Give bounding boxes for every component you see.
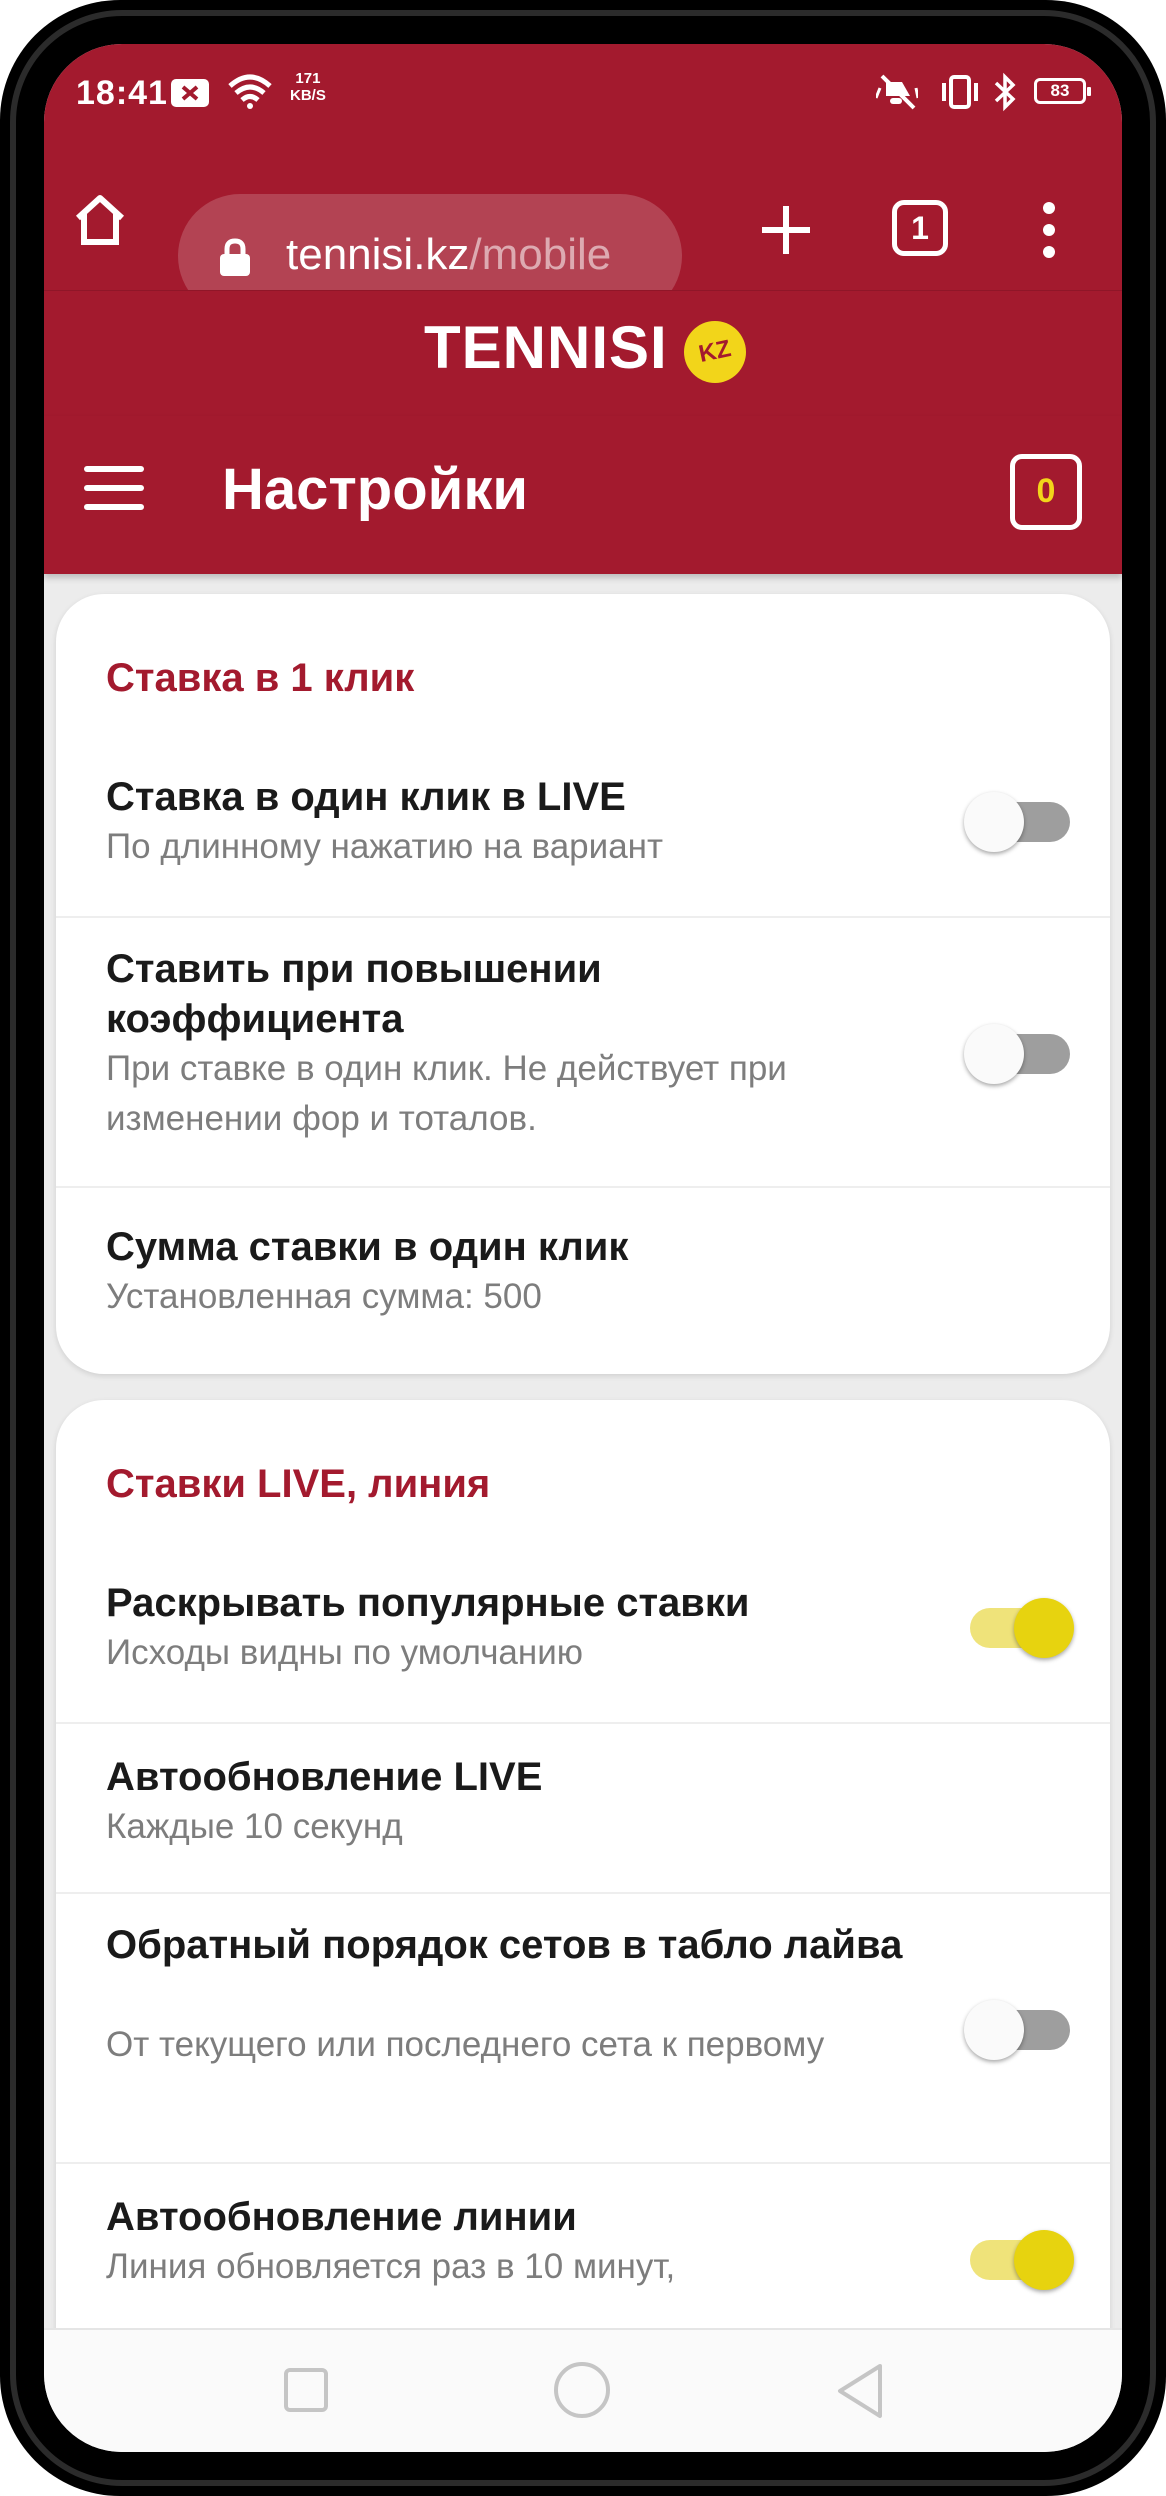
setting-subtitle: Исходы видны по умолчанию	[106, 1633, 584, 1672]
status-bar: 18:41 171 KB/S 83	[44, 44, 1122, 150]
setting-title: Сумма ставки в один клик	[106, 1225, 629, 1269]
toggle-switch[interactable]	[964, 1990, 1074, 2070]
section-title: Ставки LIVE, линия	[106, 1462, 491, 1506]
settings-content[interactable]: Ставка в 1 клик Ставка в один клик в LIV…	[44, 574, 1122, 2328]
setting-row[interactable]: Автообновление LIVE Каждые 10 секунд	[56, 1722, 1110, 1892]
url-host: tennisi.kz	[286, 230, 470, 279]
home-icon[interactable]	[70, 190, 130, 250]
setting-subtitle: Установленная сумма: 500	[106, 1277, 542, 1316]
url-path: /mobile	[469, 230, 612, 279]
brand-bar: TENNISI KZ	[44, 290, 1122, 416]
screen: 18:41 171 KB/S 83 tennisi.kz/mobile 1 TE…	[44, 44, 1122, 2452]
section-title: Ставка в 1 клик	[106, 656, 415, 700]
section-card-one-click: Ставка в 1 клик Ставка в один клик в LIV…	[56, 594, 1110, 1374]
plus-icon[interactable]	[756, 200, 816, 260]
toggle-switch[interactable]	[964, 782, 1074, 862]
toggle-switch[interactable]	[964, 1588, 1074, 1668]
back-icon[interactable]	[834, 2362, 886, 2420]
wifi-icon	[228, 74, 272, 109]
vibrate-icon	[942, 75, 978, 109]
setting-title: Автообновление LIVE	[106, 1755, 543, 1799]
setting-row[interactable]: Ставка в один клик в LIVE По длинному на…	[56, 744, 1110, 916]
tabs-button[interactable]: 1	[892, 200, 948, 256]
section-card-live-line: Ставки LIVE, линия Раскрывать популярные…	[56, 1400, 1110, 2328]
setting-subtitle: Каждые 10 секунд	[106, 1807, 403, 1846]
setting-subtitle: При ставке в один клик. Не действует при…	[106, 1049, 787, 1138]
bluetooth-icon	[994, 72, 1016, 112]
mute-vibrate-icon	[876, 74, 918, 110]
brand-logo: TENNISI	[424, 314, 668, 381]
network-speed: 171 KB/S	[290, 70, 326, 104]
url-text: tennisi.kz/mobile	[286, 230, 666, 280]
speed-value: 171	[295, 70, 321, 87]
page-title: Настройки	[222, 457, 529, 522]
setting-subtitle: Линия обновляется раз в 10 минут,	[106, 2247, 676, 2286]
recents-icon[interactable]	[284, 2368, 328, 2412]
system-nav-bar	[44, 2328, 1122, 2452]
toggle-switch[interactable]	[964, 1014, 1074, 1094]
more-vert-icon[interactable]	[1034, 198, 1064, 262]
battery-icon: 83	[1034, 78, 1091, 104]
app-header: Настройки 0	[44, 416, 1122, 574]
speed-unit: KB/S	[290, 87, 326, 104]
brand-badge: KZ	[678, 315, 752, 389]
phone-frame: 18:41 171 KB/S 83 tennisi.kz/mobile 1 TE…	[0, 0, 1166, 2496]
notification-icon	[171, 79, 209, 107]
setting-title: Автообновление линии	[106, 2195, 577, 2239]
lock-icon	[220, 238, 250, 276]
setting-title: Раскрывать популярные ставки	[106, 1581, 750, 1625]
setting-title: Обратный порядок сетов в табло лайва	[106, 1923, 903, 1967]
setting-row[interactable]: Ставить при повышении коэффициента При с…	[56, 916, 1110, 1186]
setting-subtitle: По длинному нажатию на вариант	[106, 827, 664, 866]
setting-title: Ставка в один клик в LIVE	[106, 775, 626, 819]
hamburger-icon[interactable]	[84, 466, 144, 510]
browser-toolbar: tennisi.kz/mobile 1	[44, 150, 1122, 318]
setting-subtitle: От текущего или последнего сета к первом…	[106, 2025, 825, 2064]
setting-row[interactable]: Обратный порядок сетов в табло лайва От …	[56, 1892, 1110, 2162]
setting-row[interactable]: Раскрывать популярные ставки Исходы видн…	[56, 1550, 1110, 1722]
setting-row[interactable]: Сумма ставки в один клик Установленная с…	[56, 1186, 1110, 1374]
setting-row[interactable]: Автообновление линии Линия обновляется р…	[56, 2162, 1110, 2328]
toggle-switch[interactable]	[964, 2220, 1074, 2300]
coupon-button[interactable]: 0	[1010, 454, 1082, 530]
status-time: 18:41	[76, 74, 168, 112]
home-nav-icon[interactable]	[554, 2362, 610, 2418]
setting-title: Ставить при повышении коэффициента	[106, 947, 602, 1041]
